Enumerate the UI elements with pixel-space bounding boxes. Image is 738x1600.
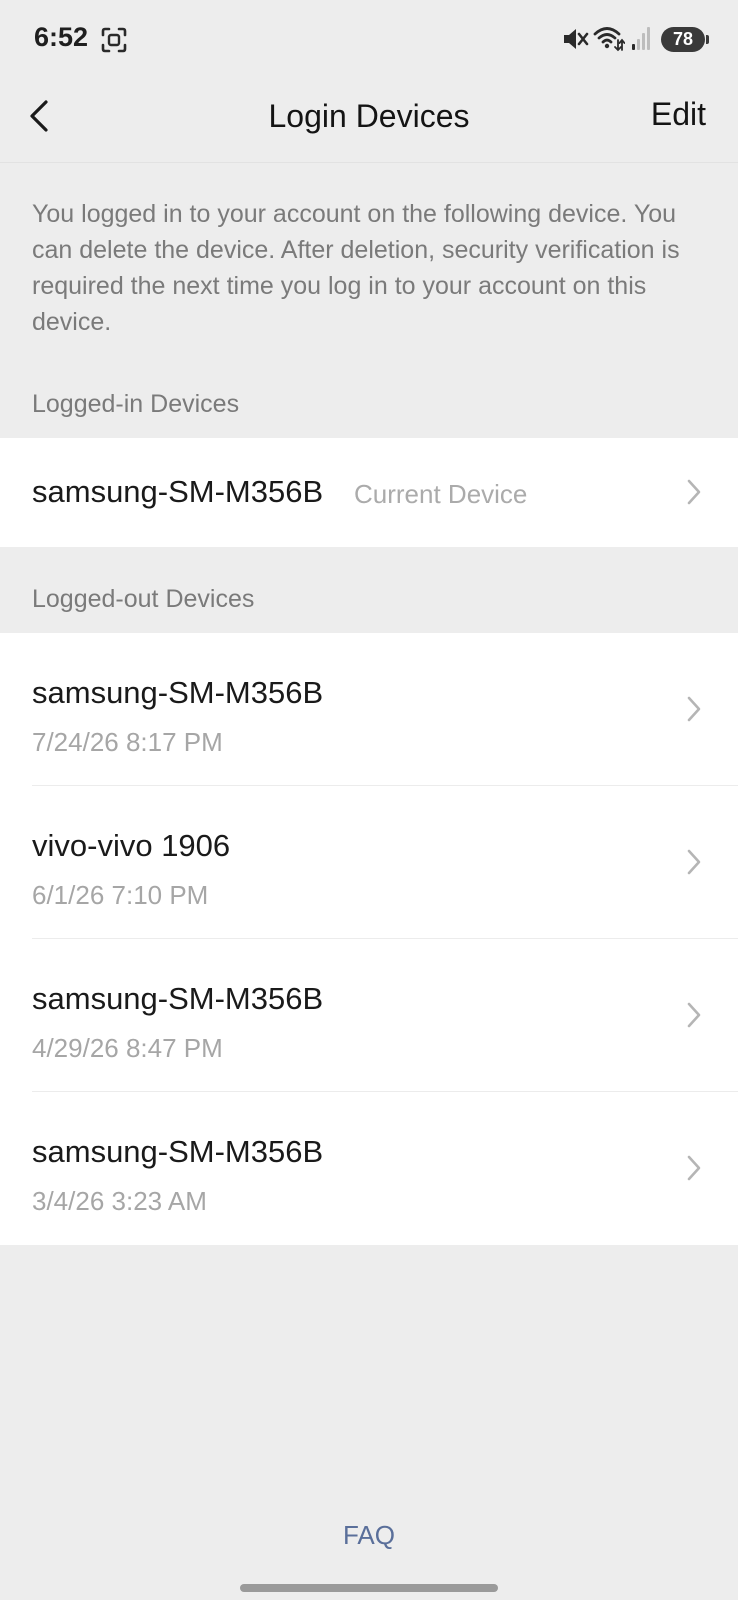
device-row[interactable]: vivo-vivo 1906 6/1/26 7:10 PM	[0, 786, 738, 939]
logged-in-header: Logged-in Devices	[32, 390, 240, 418]
device-last-login: 7/24/26 8:17 PM	[32, 727, 223, 757]
nav-bar: Login Devices Edit	[0, 80, 738, 163]
logged-in-list: samsung-SM-M356B Current Device	[0, 438, 738, 547]
logged-out-list: samsung-SM-M356B 7/24/26 8:17 PM vivo-vi…	[0, 633, 738, 1245]
device-last-login: 4/29/26 8:47 PM	[32, 1033, 223, 1063]
device-row[interactable]: samsung-SM-M356B 7/24/26 8:17 PM	[0, 633, 738, 786]
signal-icon	[632, 27, 650, 50]
device-row[interactable]: samsung-SM-M356B 4/29/26 8:47 PM	[0, 939, 738, 1092]
device-last-login: 3/4/26 3:23 AM	[32, 1186, 207, 1216]
device-row[interactable]: samsung-SM-M356B 3/4/26 3:23 AM	[0, 1092, 738, 1245]
wifi-icon	[593, 27, 625, 52]
faq-link[interactable]: FAQ	[0, 1520, 738, 1551]
device-name: vivo-vivo 1906	[32, 828, 231, 863]
chevron-right-icon	[687, 1155, 701, 1181]
device-row-current[interactable]: samsung-SM-M356B Current Device	[0, 438, 738, 547]
battery-indicator: 78	[661, 27, 709, 52]
page-title: Login Devices	[268, 98, 470, 134]
status-time: 6:52	[34, 22, 89, 52]
chevron-right-icon	[687, 696, 701, 722]
device-last-login: 6/1/26 7:10 PM	[32, 880, 209, 910]
status-bar: 6:52 78	[0, 0, 738, 80]
chevron-right-icon	[687, 479, 701, 505]
device-name: samsung-SM-M356B	[32, 1134, 324, 1169]
chevron-right-icon	[687, 849, 701, 875]
screenshot-icon	[101, 27, 127, 53]
description-text: You logged in to your account on the fol…	[32, 200, 680, 336]
device-name: samsung-SM-M356B	[32, 474, 324, 509]
mute-icon	[564, 29, 589, 49]
device-name: samsung-SM-M356B	[32, 675, 324, 710]
current-device-badge: Current Device	[354, 479, 528, 509]
logged-out-header: Logged-out Devices	[32, 585, 255, 613]
edit-button[interactable]: Edit	[651, 96, 706, 133]
chevron-right-icon	[687, 1002, 701, 1028]
device-name: samsung-SM-M356B	[32, 981, 324, 1016]
home-indicator[interactable]	[240, 1584, 498, 1592]
